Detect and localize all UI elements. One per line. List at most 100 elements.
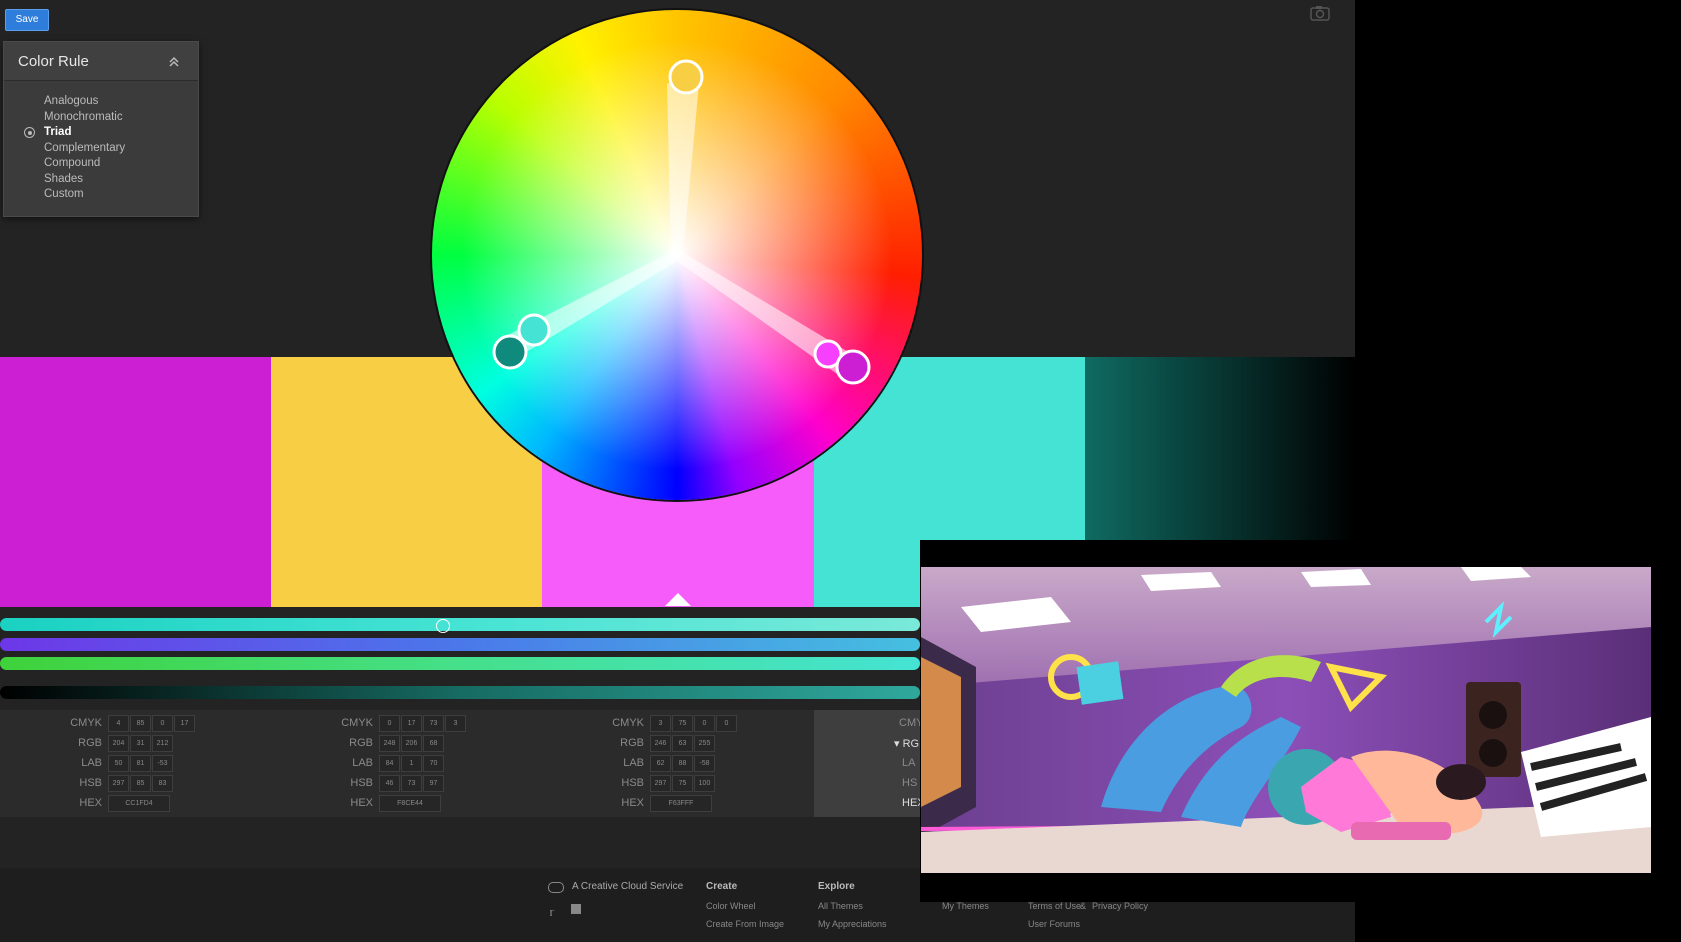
hue-slider-thumb[interactable] xyxy=(436,619,450,633)
cmyk-row: CMYK 3 75 0 0 xyxy=(542,715,813,734)
hex-value-field[interactable]: CC1FD4 xyxy=(108,795,170,812)
rgb-label: RGB xyxy=(349,737,373,749)
rgb-value-field[interactable]: 204 xyxy=(108,735,129,752)
cmyk-value-field[interactable]: 0 xyxy=(694,715,715,732)
shade-slider[interactable] xyxy=(0,686,920,699)
twitter-icon[interactable]: 𝕣 xyxy=(549,906,554,919)
hsb-row: HSB 297 75 100 xyxy=(542,775,813,794)
cmyk-row: CMYK 0 17 73 3 xyxy=(271,715,542,734)
rule-label: Custom xyxy=(44,188,84,200)
lab-value-field[interactable]: 88 xyxy=(672,755,693,772)
rule-analogous[interactable]: Analogous xyxy=(4,94,198,110)
hsb-value-field[interactable]: 75 xyxy=(672,775,693,792)
lab-row: LAB 62 88 -58 xyxy=(542,755,813,774)
handle-yellow[interactable] xyxy=(668,59,704,95)
hsb-value-field[interactable]: 73 xyxy=(401,775,422,792)
handle-magenta[interactable] xyxy=(835,349,871,385)
hsb-value-field[interactable]: 83 xyxy=(152,775,173,792)
rgb-row: RGB 248 206 68 xyxy=(271,735,542,754)
rule-list: Analogous Monochromatic Triad Complement… xyxy=(4,94,198,203)
hsb-value-field[interactable]: 297 xyxy=(650,775,671,792)
values-column-2: CMYK 0 17 73 3 RGB 248 206 68 LAB 84 1 70 HSB 46 73 97 HE… xyxy=(271,710,542,817)
lab-value-field[interactable]: 62 xyxy=(650,755,671,772)
hex-value-field[interactable]: F63FFF xyxy=(650,795,712,812)
hue-slider[interactable] xyxy=(0,618,920,631)
cmyk-value-field[interactable]: 3 xyxy=(445,715,466,732)
cmyk-value-field[interactable]: 75 xyxy=(672,715,693,732)
lab-value-field[interactable]: 81 xyxy=(130,755,151,772)
hex-label: HEX xyxy=(79,797,102,809)
rule-compound[interactable]: Compound xyxy=(4,156,198,172)
facebook-icon[interactable] xyxy=(571,904,581,914)
lab-value-field[interactable]: -53 xyxy=(152,755,173,772)
handle-teal-2[interactable] xyxy=(492,334,528,370)
rule-custom[interactable]: Custom xyxy=(4,187,198,203)
wheel-handles xyxy=(492,59,871,385)
rule-triad[interactable]: Triad xyxy=(4,125,198,141)
rule-label: Analogous xyxy=(44,95,99,107)
hex-value-field[interactable]: F8CE44 xyxy=(379,795,441,812)
cmyk-value-field[interactable]: 0 xyxy=(379,715,400,732)
lab-value-field[interactable]: 50 xyxy=(108,755,129,772)
rule-label: Complementary xyxy=(44,141,126,154)
lab-label: LAB xyxy=(352,757,373,769)
hsb-label: HSB xyxy=(350,777,373,789)
rgb-label: RGB xyxy=(620,737,644,749)
save-button[interactable]: Save xyxy=(5,9,49,31)
lab-row: LAB 84 1 70 xyxy=(271,755,542,774)
cmyk-value-field[interactable]: 3 xyxy=(650,715,671,732)
create-from-image-link[interactable]: Create From Image xyxy=(706,919,784,929)
rule-label: Triad xyxy=(44,126,72,138)
my-themes-link[interactable]: My Themes xyxy=(942,901,989,911)
cmyk-value-field[interactable]: 85 xyxy=(130,715,151,732)
lab-value-field[interactable]: -58 xyxy=(694,755,715,772)
rgb-value-field[interactable]: 212 xyxy=(152,735,173,752)
rgb-value-field[interactable]: 255 xyxy=(694,735,715,752)
rgb-value-field[interactable]: 31 xyxy=(130,735,151,752)
panel-header[interactable]: Color Rule xyxy=(4,42,198,81)
color-wheel-link[interactable]: Color Wheel xyxy=(706,901,756,911)
collapse-icon[interactable] xyxy=(168,56,180,68)
cmyk-value-field[interactable]: 0 xyxy=(152,715,173,732)
animated-scene-image xyxy=(921,567,1651,873)
swatch-1[interactable] xyxy=(0,357,271,607)
values-column-3: CMYK 3 75 0 0 RGB 246 63 255 LAB 62 88 -58 HSB 297 75 10… xyxy=(542,710,813,817)
lab-label: LA xyxy=(902,757,916,769)
rule-complementary[interactable]: Complementary xyxy=(4,141,198,157)
camera-icon[interactable] xyxy=(1310,5,1330,21)
hsb-value-field[interactable]: 97 xyxy=(423,775,444,792)
lab-row: LAB 50 81 -53 xyxy=(0,755,271,774)
service-text: A Creative Cloud Service xyxy=(572,881,684,892)
all-themes-link[interactable]: All Themes xyxy=(818,901,863,911)
lab-value-field[interactable]: 84 xyxy=(379,755,400,772)
lab-value-field[interactable]: 70 xyxy=(423,755,444,772)
user-forums-link[interactable]: User Forums xyxy=(1028,919,1080,929)
rule-shades[interactable]: Shades xyxy=(4,172,198,188)
color-wheel[interactable] xyxy=(432,10,922,500)
rgb-value-field[interactable]: 63 xyxy=(672,735,693,752)
swatch-5[interactable] xyxy=(1085,357,1355,540)
rgb-value-field[interactable]: 206 xyxy=(401,735,422,752)
saturation-slider[interactable] xyxy=(0,638,920,651)
hsb-value-field[interactable]: 297 xyxy=(108,775,129,792)
hsb-value-field[interactable]: 46 xyxy=(379,775,400,792)
rgb-value-field[interactable]: 68 xyxy=(423,735,444,752)
rgb-value-field[interactable]: 248 xyxy=(379,735,400,752)
cmyk-value-field[interactable]: 4 xyxy=(108,715,129,732)
cmyk-value-field[interactable]: 17 xyxy=(174,715,195,732)
privacy-link[interactable]: Privacy Policy xyxy=(1092,901,1148,911)
hsb-value-field[interactable]: 85 xyxy=(130,775,151,792)
my-appreciations-link[interactable]: My Appreciations xyxy=(818,919,887,929)
hsb-value-field[interactable]: 100 xyxy=(694,775,715,792)
rule-monochromatic[interactable]: Monochromatic xyxy=(4,110,198,126)
hsb-label: HSB xyxy=(79,777,102,789)
cmyk-value-field[interactable]: 0 xyxy=(716,715,737,732)
cmyk-value-field[interactable]: 17 xyxy=(401,715,422,732)
rule-label: Monochromatic xyxy=(44,110,123,123)
brightness-slider[interactable] xyxy=(0,657,920,670)
rgb-value-field[interactable]: 246 xyxy=(650,735,671,752)
cmyk-value-field[interactable]: 73 xyxy=(423,715,444,732)
handle-teal[interactable] xyxy=(517,313,551,347)
lab-value-field[interactable]: 1 xyxy=(401,755,422,772)
terms-link[interactable]: Terms of Use xyxy=(1028,901,1081,911)
